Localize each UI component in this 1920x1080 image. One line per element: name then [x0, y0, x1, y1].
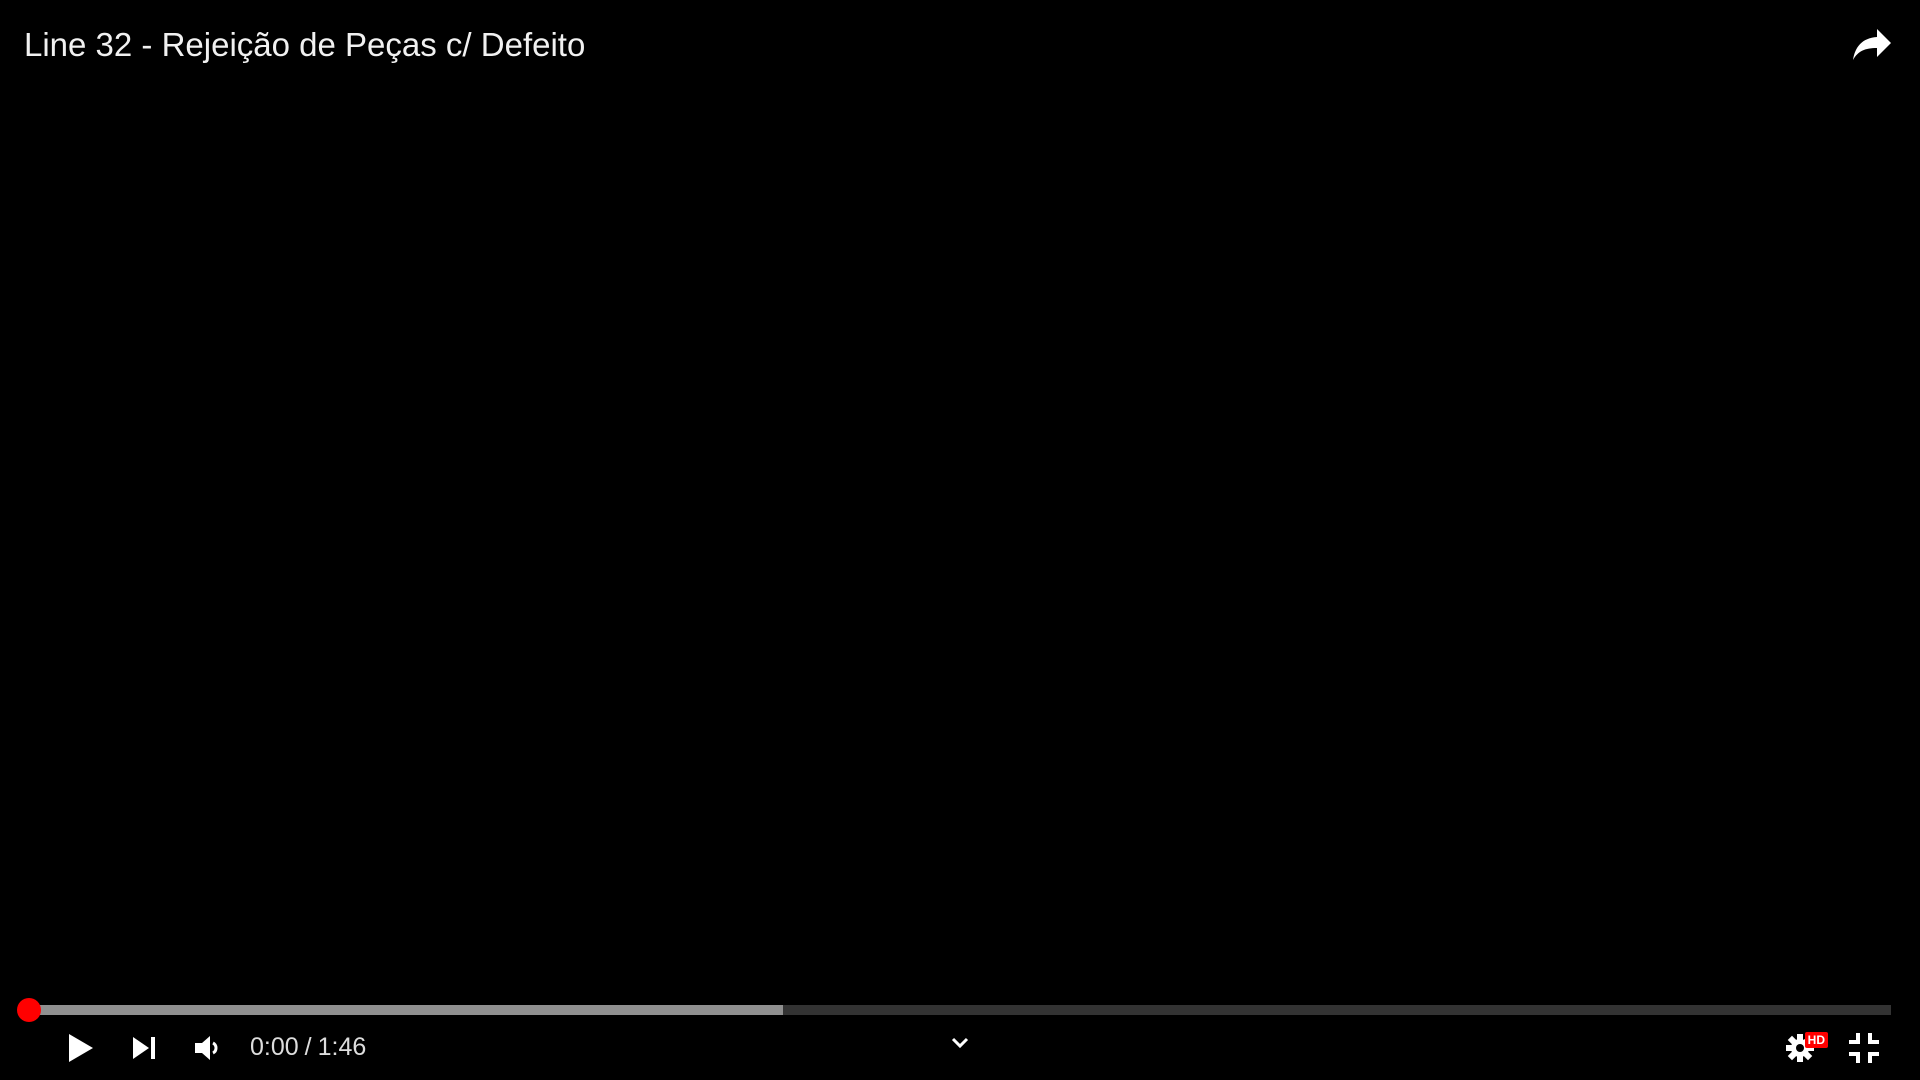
play-icon	[69, 1033, 93, 1062]
progress-buffered	[29, 1005, 784, 1015]
controls-left: 0:00/1:46	[48, 1022, 366, 1074]
share-icon[interactable]	[1848, 21, 1896, 69]
exit-fullscreen-icon	[1849, 1032, 1879, 1063]
exit-fullscreen-button[interactable]	[1832, 1022, 1896, 1074]
top-bar: Line 32 - Rejeição de Peças c/ Defeito	[0, 0, 1920, 90]
play-button[interactable]	[48, 1022, 112, 1074]
volume-icon	[195, 1035, 218, 1060]
time-display: 0:00/1:46	[250, 1033, 366, 1062]
next-icon	[133, 1036, 155, 1059]
time-separator: /	[304, 1033, 312, 1061]
controls-right: HD	[1768, 1022, 1896, 1074]
video-player: Line 32 - Rejeição de Peças c/ Defeito 0…	[0, 0, 1920, 1080]
video-title[interactable]: Line 32 - Rejeição de Peças c/ Defeito	[24, 26, 585, 64]
duration: 1:46	[317, 1033, 367, 1061]
volume-button[interactable]	[176, 1022, 240, 1074]
progress-bar[interactable]	[17, 998, 1891, 1022]
control-bar: 0:00/1:46 HD	[0, 1020, 1920, 1075]
hd-badge: HD	[1804, 1031, 1828, 1048]
next-button[interactable]	[112, 1022, 176, 1074]
video-surface[interactable]	[0, 90, 1920, 985]
progress-scrubber[interactable]	[17, 998, 41, 1022]
current-time: 0:00	[250, 1033, 299, 1061]
settings-button[interactable]: HD	[1768, 1022, 1832, 1074]
